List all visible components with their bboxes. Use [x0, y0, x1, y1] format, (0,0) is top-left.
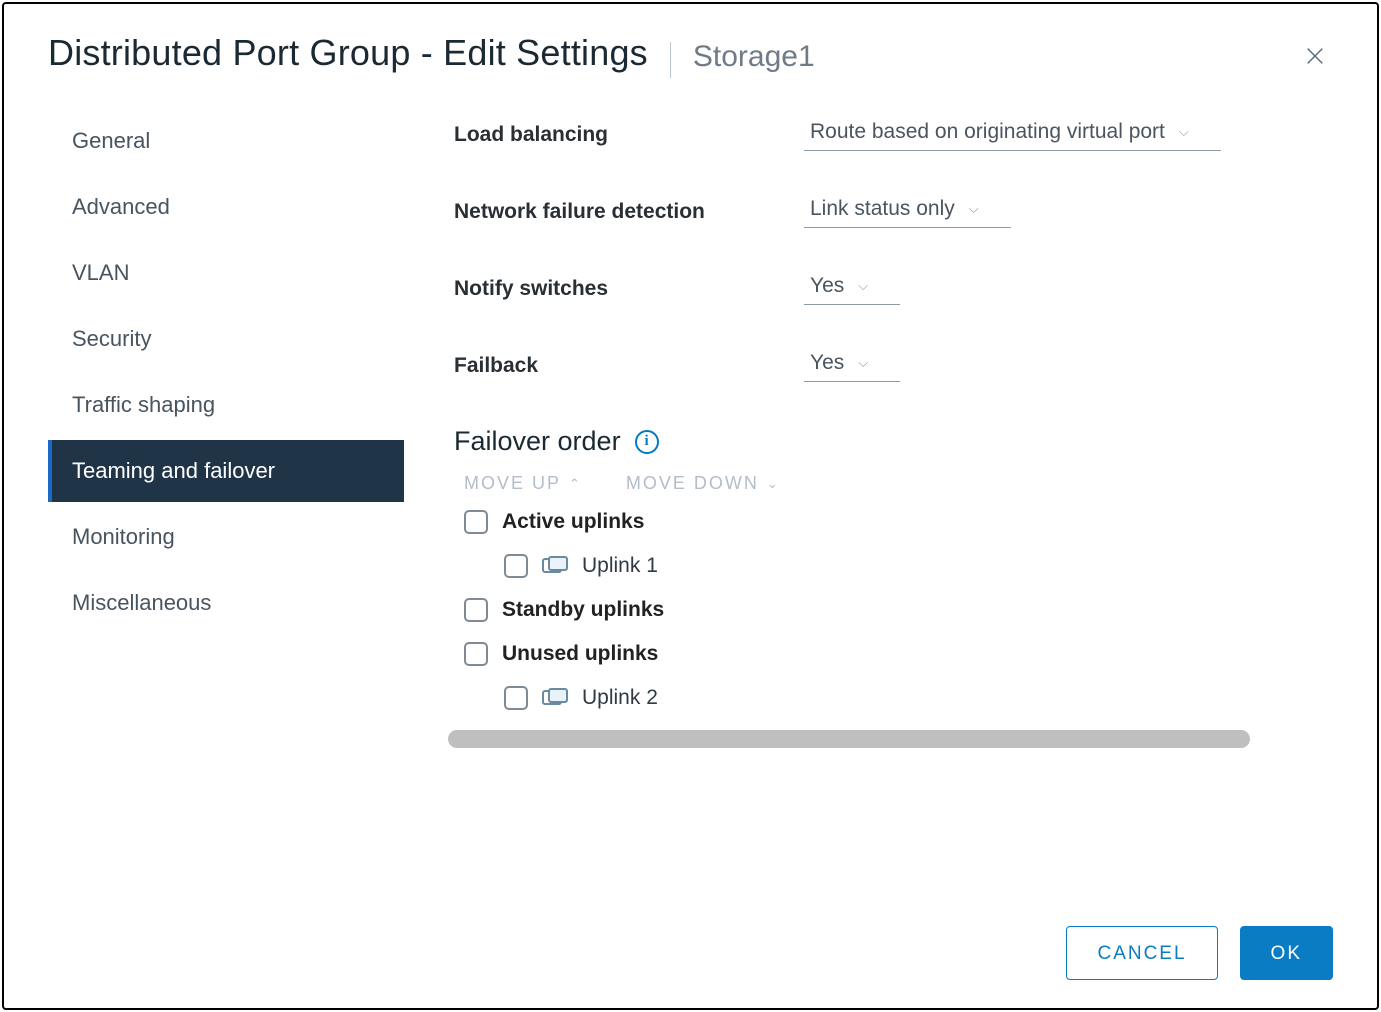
select-value: Yes: [810, 351, 844, 375]
sidebar-item-label: Advanced: [72, 194, 170, 219]
group-unused-uplinks[interactable]: Unused uplinks: [464, 642, 1333, 666]
group-label: Unused uplinks: [502, 642, 658, 666]
select-value: Route based on originating virtual port: [810, 120, 1165, 144]
settings-sidebar: General Advanced VLAN Security Traffic s…: [48, 100, 404, 748]
select-notify-switches[interactable]: Yes ⌵: [804, 272, 900, 305]
uplink-icon: [542, 688, 568, 708]
sidebar-item-label: Teaming and failover: [72, 458, 275, 483]
close-icon[interactable]: [1299, 40, 1331, 72]
group-label: Standby uplinks: [502, 598, 664, 622]
label-load-balancing: Load balancing: [454, 123, 804, 147]
modal-body: General Advanced VLAN Security Traffic s…: [4, 78, 1377, 748]
checkbox[interactable]: [464, 510, 488, 534]
sidebar-item-label: Monitoring: [72, 524, 175, 549]
move-controls: MOVE UP ⌃ MOVE DOWN ⌄: [454, 473, 1333, 494]
uplink-icon: [542, 556, 568, 576]
sidebar-item-miscellaneous[interactable]: Miscellaneous: [48, 572, 404, 634]
uplink-label: Uplink 1: [582, 554, 658, 578]
horizontal-scrollbar[interactable]: [448, 730, 1250, 748]
row-failback: Failback Yes ⌵: [454, 349, 1333, 382]
row-failure-detection: Network failure detection Link status on…: [454, 195, 1333, 228]
move-down-label: MOVE DOWN: [626, 473, 759, 494]
label-failure-detection: Network failure detection: [454, 200, 804, 224]
sidebar-item-teaming-failover[interactable]: Teaming and failover: [48, 440, 404, 502]
group-standby-uplinks[interactable]: Standby uplinks: [464, 598, 1333, 622]
uplink-item[interactable]: Uplink 2: [464, 686, 1333, 710]
select-failback[interactable]: Yes ⌵: [804, 349, 900, 382]
move-down-button[interactable]: MOVE DOWN ⌄: [626, 473, 780, 494]
chevron-up-icon: ⌃: [569, 476, 582, 492]
sidebar-item-traffic-shaping[interactable]: Traffic shaping: [48, 374, 404, 436]
select-value: Link status only: [810, 197, 955, 221]
title-block: Distributed Port Group - Edit Settings: [48, 30, 648, 75]
sidebar-item-advanced[interactable]: Advanced: [48, 176, 404, 238]
chevron-down-icon: ⌵: [858, 355, 868, 371]
row-notify-switches: Notify switches Yes ⌵: [454, 272, 1333, 305]
chevron-down-icon: ⌵: [1179, 124, 1189, 140]
modal-footer: CANCEL OK: [1066, 926, 1333, 980]
label-failback: Failback: [454, 354, 804, 378]
checkbox[interactable]: [464, 598, 488, 622]
button-label: OK: [1271, 943, 1302, 964]
select-failure-detection[interactable]: Link status only ⌵: [804, 195, 1011, 228]
chevron-down-icon: ⌵: [969, 201, 979, 217]
sidebar-item-label: Security: [72, 326, 151, 351]
sidebar-item-label: General: [72, 128, 150, 153]
row-load-balancing: Load balancing Route based on originatin…: [454, 118, 1333, 151]
sidebar-item-monitoring[interactable]: Monitoring: [48, 506, 404, 568]
select-value: Yes: [810, 274, 844, 298]
sidebar-item-label: Traffic shaping: [72, 392, 215, 417]
failover-order-tree: Active uplinks Uplink 1 Standby uplinks …: [454, 510, 1333, 710]
button-label: CANCEL: [1097, 943, 1186, 964]
sidebar-item-security[interactable]: Security: [48, 308, 404, 370]
checkbox[interactable]: [504, 554, 528, 578]
uplink-item[interactable]: Uplink 1: [464, 554, 1333, 578]
sidebar-item-label: Miscellaneous: [72, 590, 211, 615]
sidebar-item-general[interactable]: General: [48, 110, 404, 172]
label-notify-switches: Notify switches: [454, 277, 804, 301]
group-active-uplinks[interactable]: Active uplinks: [464, 510, 1333, 534]
teaming-failover-panel: Load balancing Route based on originatin…: [404, 100, 1333, 748]
select-load-balancing[interactable]: Route based on originating virtual port …: [804, 118, 1221, 151]
checkbox[interactable]: [464, 642, 488, 666]
object-context-name: Storage1: [693, 40, 815, 74]
section-title: Failover order: [454, 426, 621, 457]
move-up-button[interactable]: MOVE UP ⌃: [464, 473, 582, 494]
modal-header: Distributed Port Group - Edit Settings S…: [4, 4, 1377, 78]
uplink-label: Uplink 2: [582, 686, 658, 710]
group-label: Active uplinks: [502, 510, 644, 534]
checkbox[interactable]: [504, 686, 528, 710]
title-divider: [670, 42, 671, 78]
modal-title: Distributed Port Group - Edit Settings: [48, 30, 648, 75]
cancel-button[interactable]: CANCEL: [1066, 926, 1217, 980]
edit-settings-modal: Distributed Port Group - Edit Settings S…: [2, 2, 1379, 1010]
move-up-label: MOVE UP: [464, 473, 561, 494]
ok-button[interactable]: OK: [1240, 926, 1333, 980]
info-icon[interactable]: i: [635, 430, 659, 454]
sidebar-item-label: VLAN: [72, 260, 129, 285]
chevron-down-icon: ⌄: [767, 476, 780, 492]
sidebar-item-vlan[interactable]: VLAN: [48, 242, 404, 304]
chevron-down-icon: ⌵: [858, 278, 868, 294]
failover-order-heading: Failover order i: [454, 426, 1333, 457]
